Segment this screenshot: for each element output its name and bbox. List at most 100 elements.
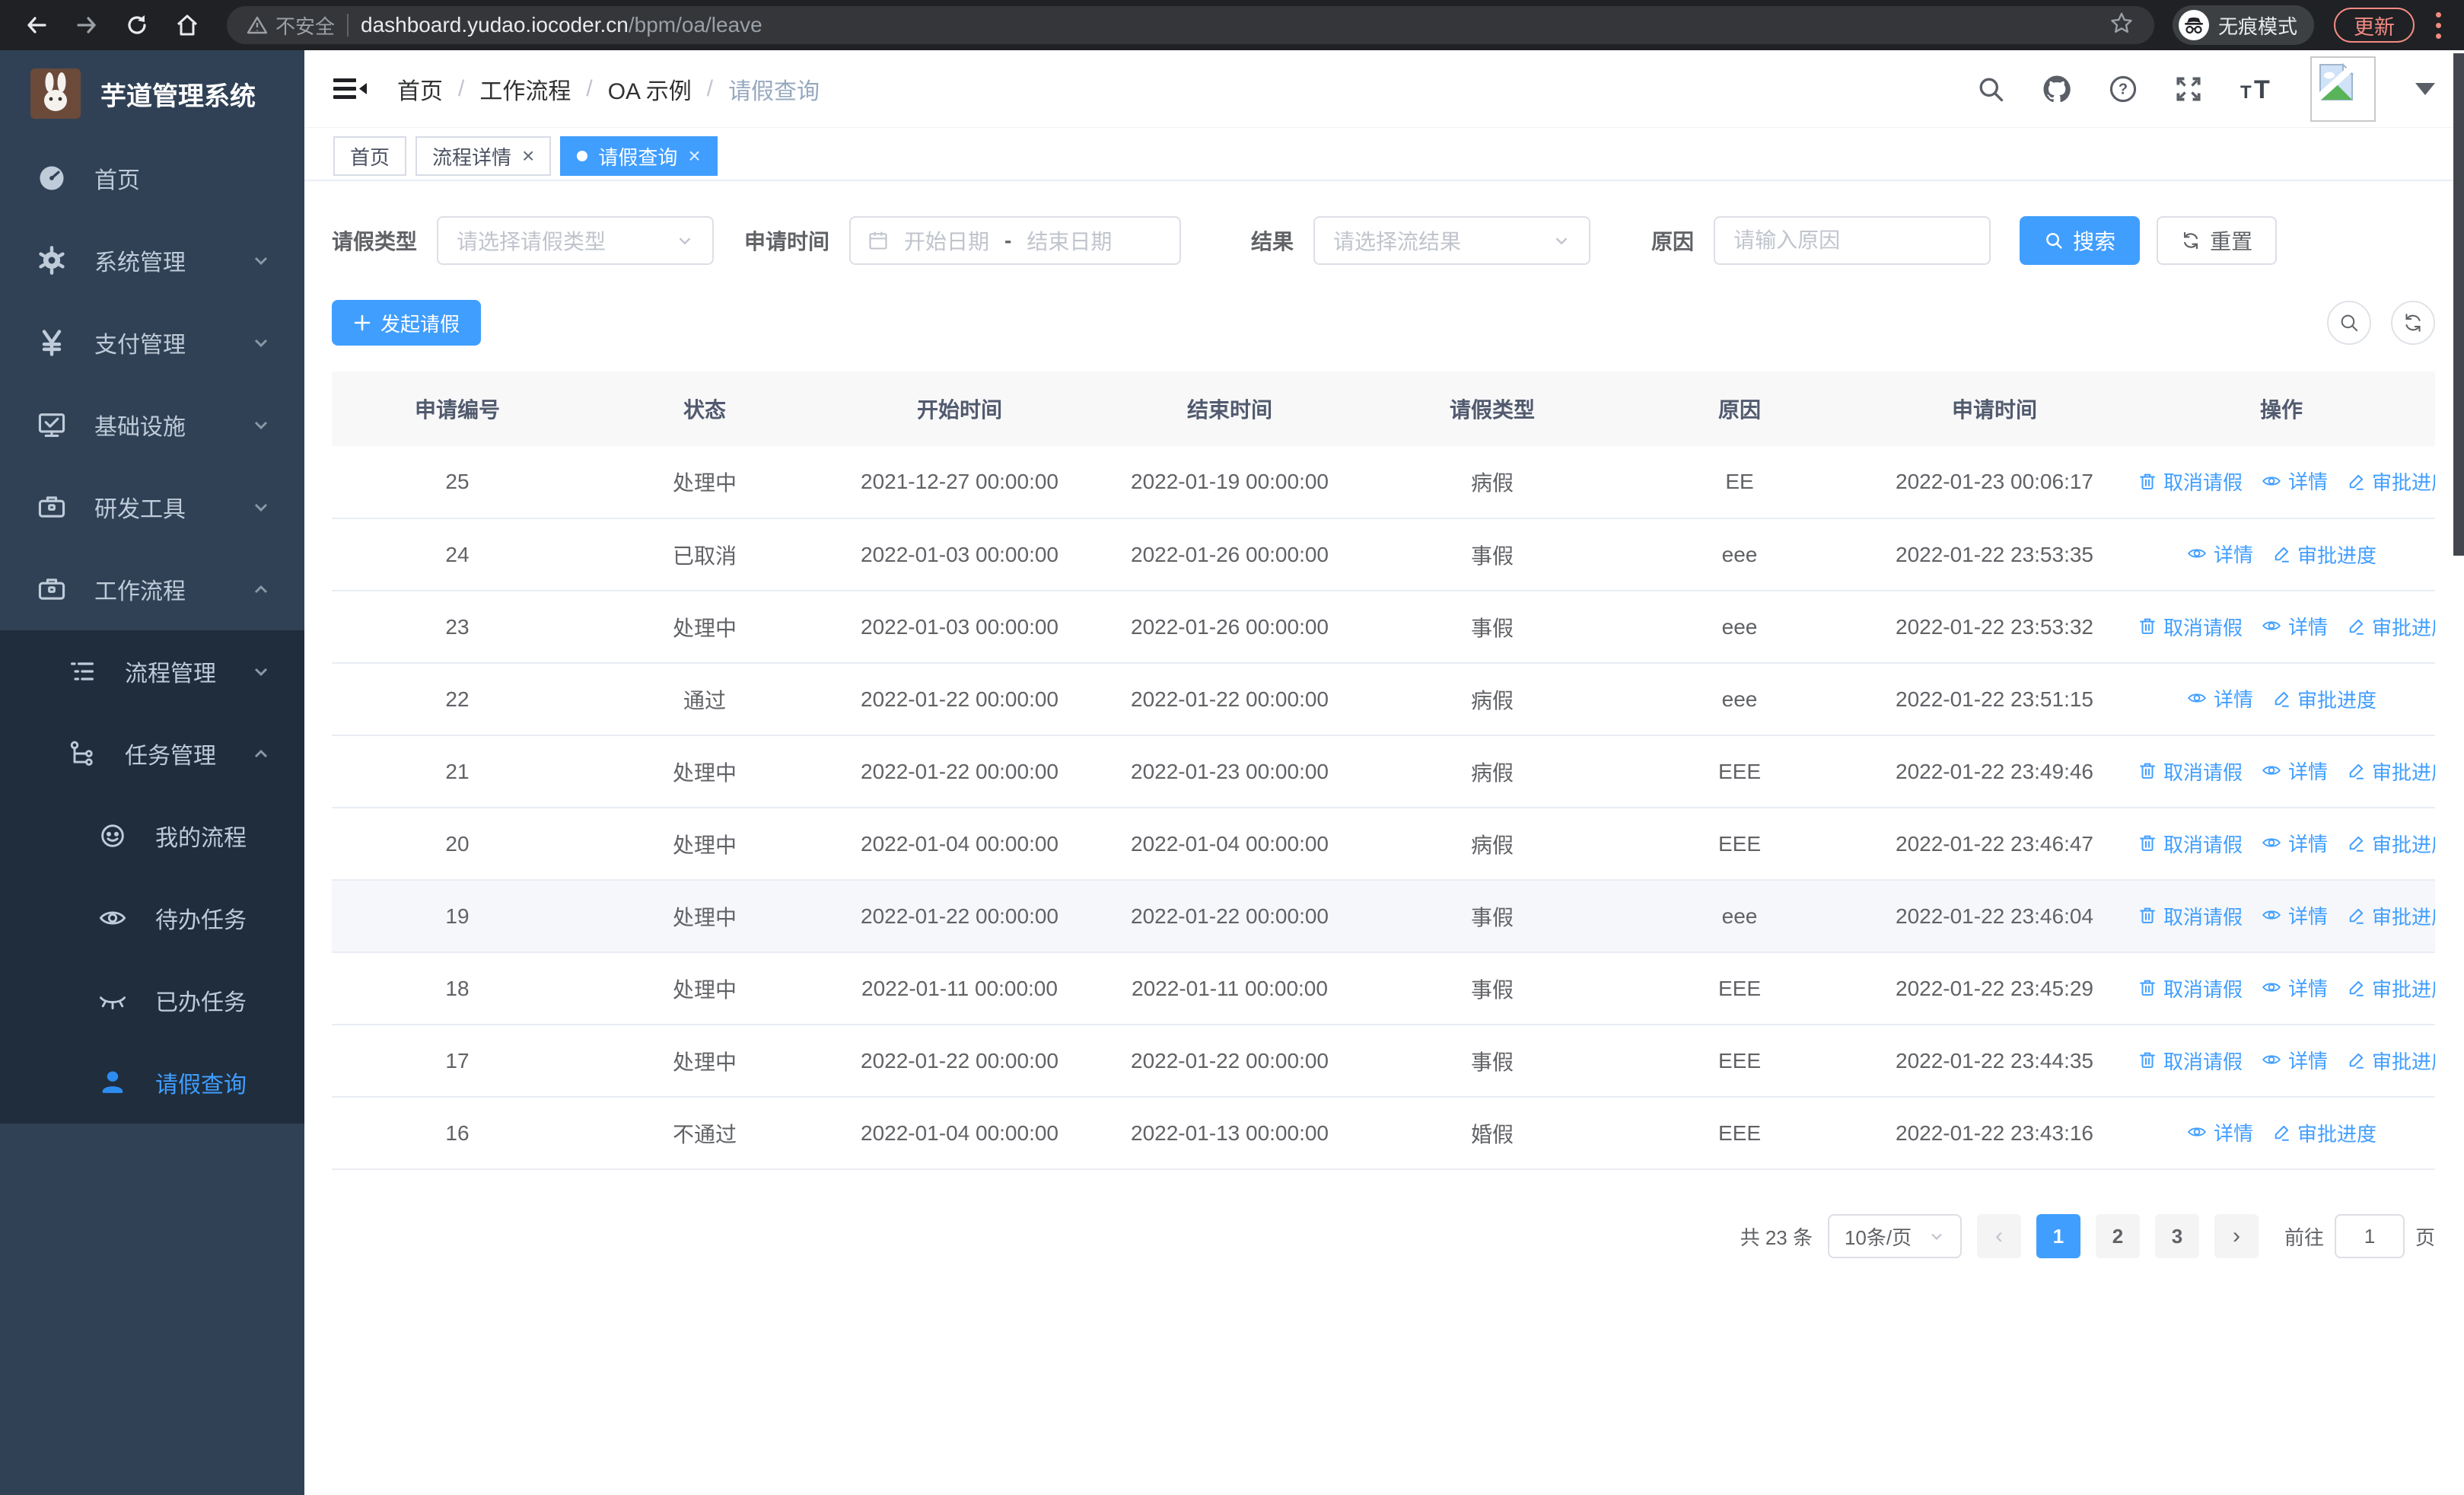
back-icon[interactable] (15, 4, 58, 46)
address-bar[interactable]: 不安全 dashboard.yudao.iocoder.cn/bpm/oa/le… (227, 6, 2154, 44)
sidebar-item-infra[interactable]: 基础设施 (0, 384, 304, 466)
toggle-search-button[interactable] (2327, 301, 2371, 345)
prev-page-button[interactable]: ‹ (1976, 1214, 2021, 1258)
action-progress-link[interactable]: 审批进度 (2346, 467, 2435, 496)
leave-type-select[interactable]: 请选择请假类型 (437, 216, 715, 265)
page-button-2[interactable]: 2 (2095, 1214, 2140, 1258)
action-detail-link[interactable]: 详情 (2261, 1046, 2328, 1074)
action-label: 审批进度 (2297, 1122, 2377, 1146)
sidebar-menu: 首页 系统管理 支付管理 基础设施 研发工具 工作流程 流程管理 任务管理 我的… (0, 137, 304, 1124)
action-progress-link[interactable]: 审批进度 (2271, 540, 2376, 569)
cell-leave-type: 病假 (1367, 808, 1618, 881)
reason-input[interactable] (1717, 218, 1988, 263)
action-detail-link[interactable]: 详情 (2261, 757, 2328, 785)
help-icon[interactable]: ? (2108, 74, 2138, 104)
sidebar-item-payment[interactable]: 支付管理 (0, 301, 304, 384)
action-progress-link[interactable]: 审批进度 (2271, 685, 2376, 713)
sidebar-item-task-mgmt[interactable]: 任务管理 (0, 712, 304, 795)
action-progress-link[interactable]: 审批进度 (2346, 613, 2435, 641)
tab-label: 首页 (350, 145, 390, 169)
update-label: 更新 (2354, 15, 2395, 39)
font-size-icon[interactable]: TT (2239, 74, 2275, 104)
navbar-actions: ? TT (1975, 56, 2435, 122)
action-cancel-leave-link[interactable]: 取消请假 (2138, 613, 2243, 641)
action-detail-link[interactable]: 详情 (2261, 829, 2328, 857)
sidebar-item-leave-query[interactable]: 请假查询 (0, 1041, 304, 1124)
close-icon[interactable]: × (522, 145, 534, 167)
sidebar-item-devtools[interactable]: 研发工具 (0, 466, 304, 548)
action-detail-link[interactable]: 详情 (2261, 974, 2328, 1002)
browser-menu-icon[interactable] (2436, 11, 2441, 39)
filter-form: 请假类型 请选择请假类型 申请时间 开始日期 - 结束日期 结果 请选择流结果 … (332, 216, 2435, 265)
active-tab-dot (577, 151, 588, 161)
reset-button[interactable]: 重置 (2157, 216, 2278, 265)
action-progress-link[interactable]: 审批进度 (2346, 974, 2435, 1003)
goto-page-input[interactable] (2334, 1214, 2405, 1258)
breadcrumb-item[interactable]: 首页 (397, 72, 443, 106)
warning-icon (247, 16, 268, 34)
hamburger-icon[interactable] (333, 74, 368, 104)
github-icon[interactable] (2041, 73, 2073, 105)
action-cancel-leave-link[interactable]: 取消请假 (2138, 974, 2243, 1003)
action-cancel-leave-link[interactable]: 取消请假 (2138, 1047, 2243, 1075)
action-detail-link[interactable]: 详情 (2186, 684, 2253, 712)
sidebar-item-done-tasks[interactable]: 已办任务 (0, 959, 304, 1041)
home-icon[interactable] (166, 4, 209, 46)
cell-reason: eee (1618, 880, 1861, 953)
tab-leave-query[interactable]: 请假查询 × (560, 136, 718, 176)
action-progress-link[interactable]: 审批进度 (2271, 1119, 2376, 1147)
breadcrumb-item[interactable]: 工作流程 (479, 72, 571, 106)
sidebar-item-todo-tasks[interactable]: 待办任务 (0, 877, 304, 959)
leave-type-placeholder: 请选择请假类型 (457, 230, 606, 253)
action-detail-link[interactable]: 详情 (2186, 1118, 2253, 1146)
sidebar-item-my-process[interactable]: 我的流程 (0, 795, 304, 877)
action-detail-link[interactable]: 详情 (2261, 901, 2328, 929)
result-select[interactable]: 请选择流结果 (1313, 216, 1591, 265)
refresh-table-button[interactable] (2391, 301, 2435, 345)
create-leave-button[interactable]: 发起请假 (332, 300, 482, 346)
update-button[interactable]: 更新 (2334, 8, 2415, 43)
tab-process-detail[interactable]: 流程详情 × (415, 136, 552, 176)
apply-time-range-picker[interactable]: 开始日期 - 结束日期 (849, 216, 1182, 265)
tab-home[interactable]: 首页 (333, 136, 407, 176)
breadcrumb-item[interactable]: OA 示例 (608, 72, 692, 106)
breadcrumb: 首页 / 工作流程 / OA 示例 / 请假查询 (397, 72, 820, 106)
action-detail-link[interactable]: 详情 (2186, 540, 2253, 568)
action-cancel-leave-link[interactable]: 取消请假 (2138, 902, 2243, 930)
vertical-scrollbar-thumb[interactable] (2453, 53, 2464, 556)
action-cancel-leave-link[interactable]: 取消请假 (2138, 757, 2243, 786)
range-separator: - (1004, 228, 1012, 252)
action-detail-link[interactable]: 详情 (2261, 467, 2328, 495)
reload-icon[interactable] (116, 4, 158, 46)
action-progress-link[interactable]: 审批进度 (2346, 757, 2435, 786)
chevron-down-icon (1931, 1233, 1942, 1240)
action-progress-link[interactable]: 审批进度 (2346, 902, 2435, 930)
security-warning[interactable]: 不安全 (247, 11, 335, 40)
monitor-icon (35, 410, 68, 440)
action-cancel-leave-link[interactable]: 取消请假 (2138, 830, 2243, 858)
chevron-up-icon (254, 585, 268, 594)
search-icon[interactable] (1975, 74, 2006, 104)
sidebar-item-workflow[interactable]: 工作流程 (0, 548, 304, 630)
fullscreen-icon[interactable] (2173, 74, 2204, 104)
page-button-3[interactable]: 3 (2154, 1214, 2199, 1258)
chevron-down-icon[interactable] (2415, 82, 2435, 95)
page-size-select[interactable]: 10条/页 (1827, 1214, 1962, 1258)
sidebar-item-process-mgmt[interactable]: 流程管理 (0, 630, 304, 712)
page-button-1[interactable]: 1 (2036, 1214, 2080, 1258)
forward-icon[interactable] (65, 4, 108, 46)
next-page-button[interactable]: › (2214, 1214, 2259, 1258)
bookmark-star-icon[interactable] (2109, 11, 2135, 40)
action-detail-link[interactable]: 详情 (2261, 612, 2328, 640)
action-progress-link[interactable]: 审批进度 (2346, 830, 2435, 858)
close-icon[interactable]: × (688, 145, 700, 167)
cell-end-time: 2022-01-13 00:00:00 (1093, 1097, 1367, 1170)
action-cancel-leave-link[interactable]: 取消请假 (2138, 467, 2243, 496)
sidebar-item-home[interactable]: 首页 (0, 137, 304, 219)
sidebar-item-system[interactable]: 系统管理 (0, 219, 304, 301)
action-progress-link[interactable]: 审批进度 (2346, 1047, 2435, 1075)
avatar[interactable] (2310, 56, 2376, 122)
page-number: 1 (2052, 1224, 2064, 1248)
edit-icon (2349, 981, 2364, 996)
search-button[interactable]: 搜索 (2020, 216, 2141, 265)
